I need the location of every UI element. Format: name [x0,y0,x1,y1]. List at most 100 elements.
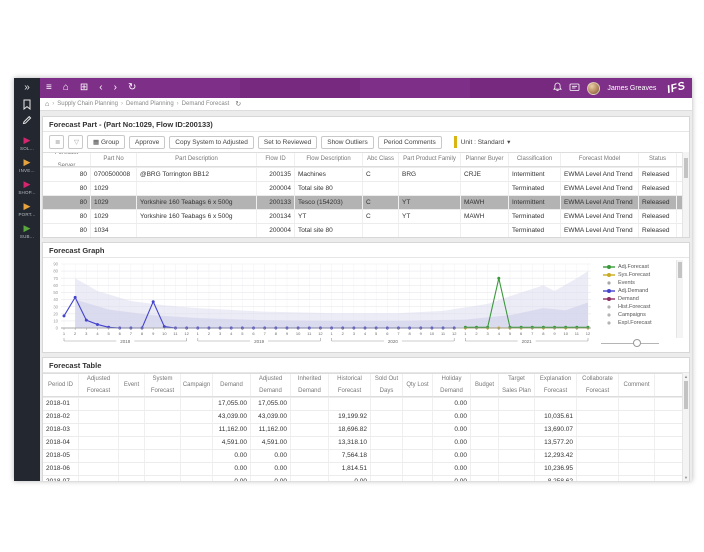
svg-text:10: 10 [53,318,58,323]
row-options-icon[interactable]: ≣ [49,135,64,149]
table-cell: YT [399,210,461,223]
column-header[interactable]: Period ID [43,374,79,396]
show-outliers-button[interactable]: Show Outliers [321,136,373,149]
table-cell [499,476,535,481]
legend-item[interactable]: Adj.Demand [603,287,673,295]
scrollbar-thumb[interactable] [684,158,688,178]
column-header[interactable]: Campaign [181,374,213,396]
home-icon[interactable]: ⌂ [63,78,69,98]
column-header[interactable]: Target Sales Plan [499,374,535,396]
bookmark-icon[interactable] [14,97,40,113]
table-row[interactable]: 801034200004Total site 80TerminatedEWMA … [43,223,689,237]
column-header[interactable]: Collaborate Forecast [577,374,619,396]
breadcrumb-home-icon[interactable]: ⌂ [45,101,49,108]
legend-item[interactable]: Expl.Forecast [603,319,673,327]
breadcrumb-item[interactable]: Supply Chain Planning [57,101,118,107]
column-header[interactable]: Budget [471,374,499,396]
breadcrumb-refresh-icon[interactable]: ↻ [235,100,241,108]
forecast-part-scrollbar[interactable] [682,152,689,237]
column-header[interactable]: Inherited Demand [291,374,329,396]
table-row[interactable]: 2018-060.000.001,814.510.0010,236.95 [43,462,689,475]
set-to-reviewed-button[interactable]: Set to Reviewed [258,136,317,149]
group-button[interactable]: ▦ Group [87,135,125,149]
user-avatar[interactable] [587,82,600,95]
svg-text:4: 4 [498,331,501,336]
column-header[interactable]: Part No [91,153,137,166]
bookmark-label: SOL... [18,146,35,151]
legend-item[interactable]: Adj.Forecast [603,263,673,271]
column-header[interactable]: Comment [619,374,655,396]
sidebar-bookmark[interactable]: ▶SHOP... [18,180,35,195]
back-icon[interactable]: ‹ [99,78,102,98]
table-row[interactable]: 800700500008@BRG Torrington BB12200135Ma… [43,167,689,181]
apps-grid-icon[interactable]: ⊞ [80,78,88,98]
column-header[interactable]: Demand [213,374,251,396]
pencil-icon[interactable] [14,113,40,129]
table-cell [137,182,257,195]
column-header[interactable]: Classification [509,153,561,166]
column-header[interactable]: Part Product Family [399,153,461,166]
column-header[interactable]: System Forecast [145,374,181,396]
scroll-down-icon[interactable]: ▼ [683,475,689,480]
column-header[interactable]: Flow ID [257,153,295,166]
refresh-icon[interactable]: ↻ [128,78,136,98]
column-header[interactable]: Flow Description [295,153,363,166]
svg-text:1: 1 [63,331,66,336]
scrollbar-thumb[interactable] [684,381,688,409]
column-header[interactable]: Event [119,374,145,396]
scrollbar-thumb[interactable] [678,262,682,278]
table-row[interactable]: 2018-070.000.000.000.008,258.62 [43,475,689,481]
sidebar-bookmark[interactable]: ▶PORT... [18,202,35,217]
chart-zoom-slider[interactable] [601,339,659,347]
copy-system-to-adjusted-button[interactable]: Copy System to Adjusted [169,136,254,149]
legend-item[interactable]: Hist.Forecast [603,303,673,311]
legend-item[interactable]: Campaigns [603,311,673,319]
column-header[interactable]: Sold Out Days [371,374,403,396]
period-comments-button[interactable]: Period Comments [378,136,442,149]
column-header[interactable]: Status [639,153,677,166]
svg-text:0: 0 [56,326,59,331]
forward-icon[interactable]: › [114,78,117,98]
legend-item[interactable]: Events [603,279,673,287]
table-cell [79,424,119,436]
table-row[interactable]: 801029Yorkshire 160 Teabags 6 x 500g2001… [43,209,689,223]
column-header[interactable]: Forecast Model [561,153,639,166]
legend-item[interactable]: Sys.Forecast [603,271,673,279]
filter-icon[interactable]: ▽ [68,135,83,149]
sidebar-bookmark[interactable]: ▶SOL... [18,136,35,151]
unit-dropdown[interactable]: Unit : Standard▾ [454,136,515,148]
column-header[interactable]: Planner Buyer [461,153,509,166]
column-header[interactable]: Historical Forecast [329,374,371,396]
sidebar-bookmark[interactable]: ▶SUB... [18,224,35,239]
scroll-up-icon[interactable]: ▲ [683,374,689,379]
column-header[interactable]: Qty Lost [403,374,433,396]
legend-item[interactable]: Demand [603,295,673,303]
table-row[interactable]: 801029Yorkshire 160 Teabags 6 x 500g2001… [43,195,689,209]
sidebar-bookmark[interactable]: ▶INVE... [18,158,35,173]
column-header[interactable]: Part Description [137,153,257,166]
approve-button[interactable]: Approve [129,136,165,149]
table-row[interactable]: 2018-0243,039.0043,039.0019,199.920.0010… [43,410,689,423]
forecast-table-scrollbar[interactable]: ▲ ▼ [682,373,689,481]
breadcrumb-item[interactable]: Demand Planning [126,101,174,107]
table-row[interactable]: 2018-0117,055.0017,055.000.00 [43,397,689,410]
table-row[interactable]: 801029200004Total site 80TerminatedEWMA … [43,181,689,195]
table-row[interactable]: 2018-050.000.007,564.180.0012,293.42 [43,449,689,462]
legend-line-dot-icon [603,296,615,302]
feedback-message-icon[interactable] [569,79,580,97]
column-header[interactable]: Adjusted Forecast [79,374,119,396]
column-header[interactable]: Holiday Demand [433,374,471,396]
table-row[interactable]: 2018-044,591.004,591.0013,318.100.0013,5… [43,436,689,449]
column-header[interactable]: Abc Class [363,153,399,166]
breadcrumb-item[interactable]: Demand Forecast [182,101,230,107]
column-header[interactable]: Adjusted Demand [251,374,291,396]
column-header[interactable]: Forecast Server [43,153,91,166]
slider-knob[interactable] [633,339,641,347]
menu-icon[interactable]: ≡ [46,78,52,98]
notifications-bell-icon[interactable] [553,79,562,97]
table-cell: 200133 [257,196,295,209]
sidebar-expand-icon[interactable]: » [14,81,40,97]
legend-scrollbar[interactable] [676,260,683,338]
column-header[interactable]: Explanation Forecast [535,374,577,396]
table-row[interactable]: 2018-0311,162.0011,162.0018,696.820.0013… [43,423,689,436]
